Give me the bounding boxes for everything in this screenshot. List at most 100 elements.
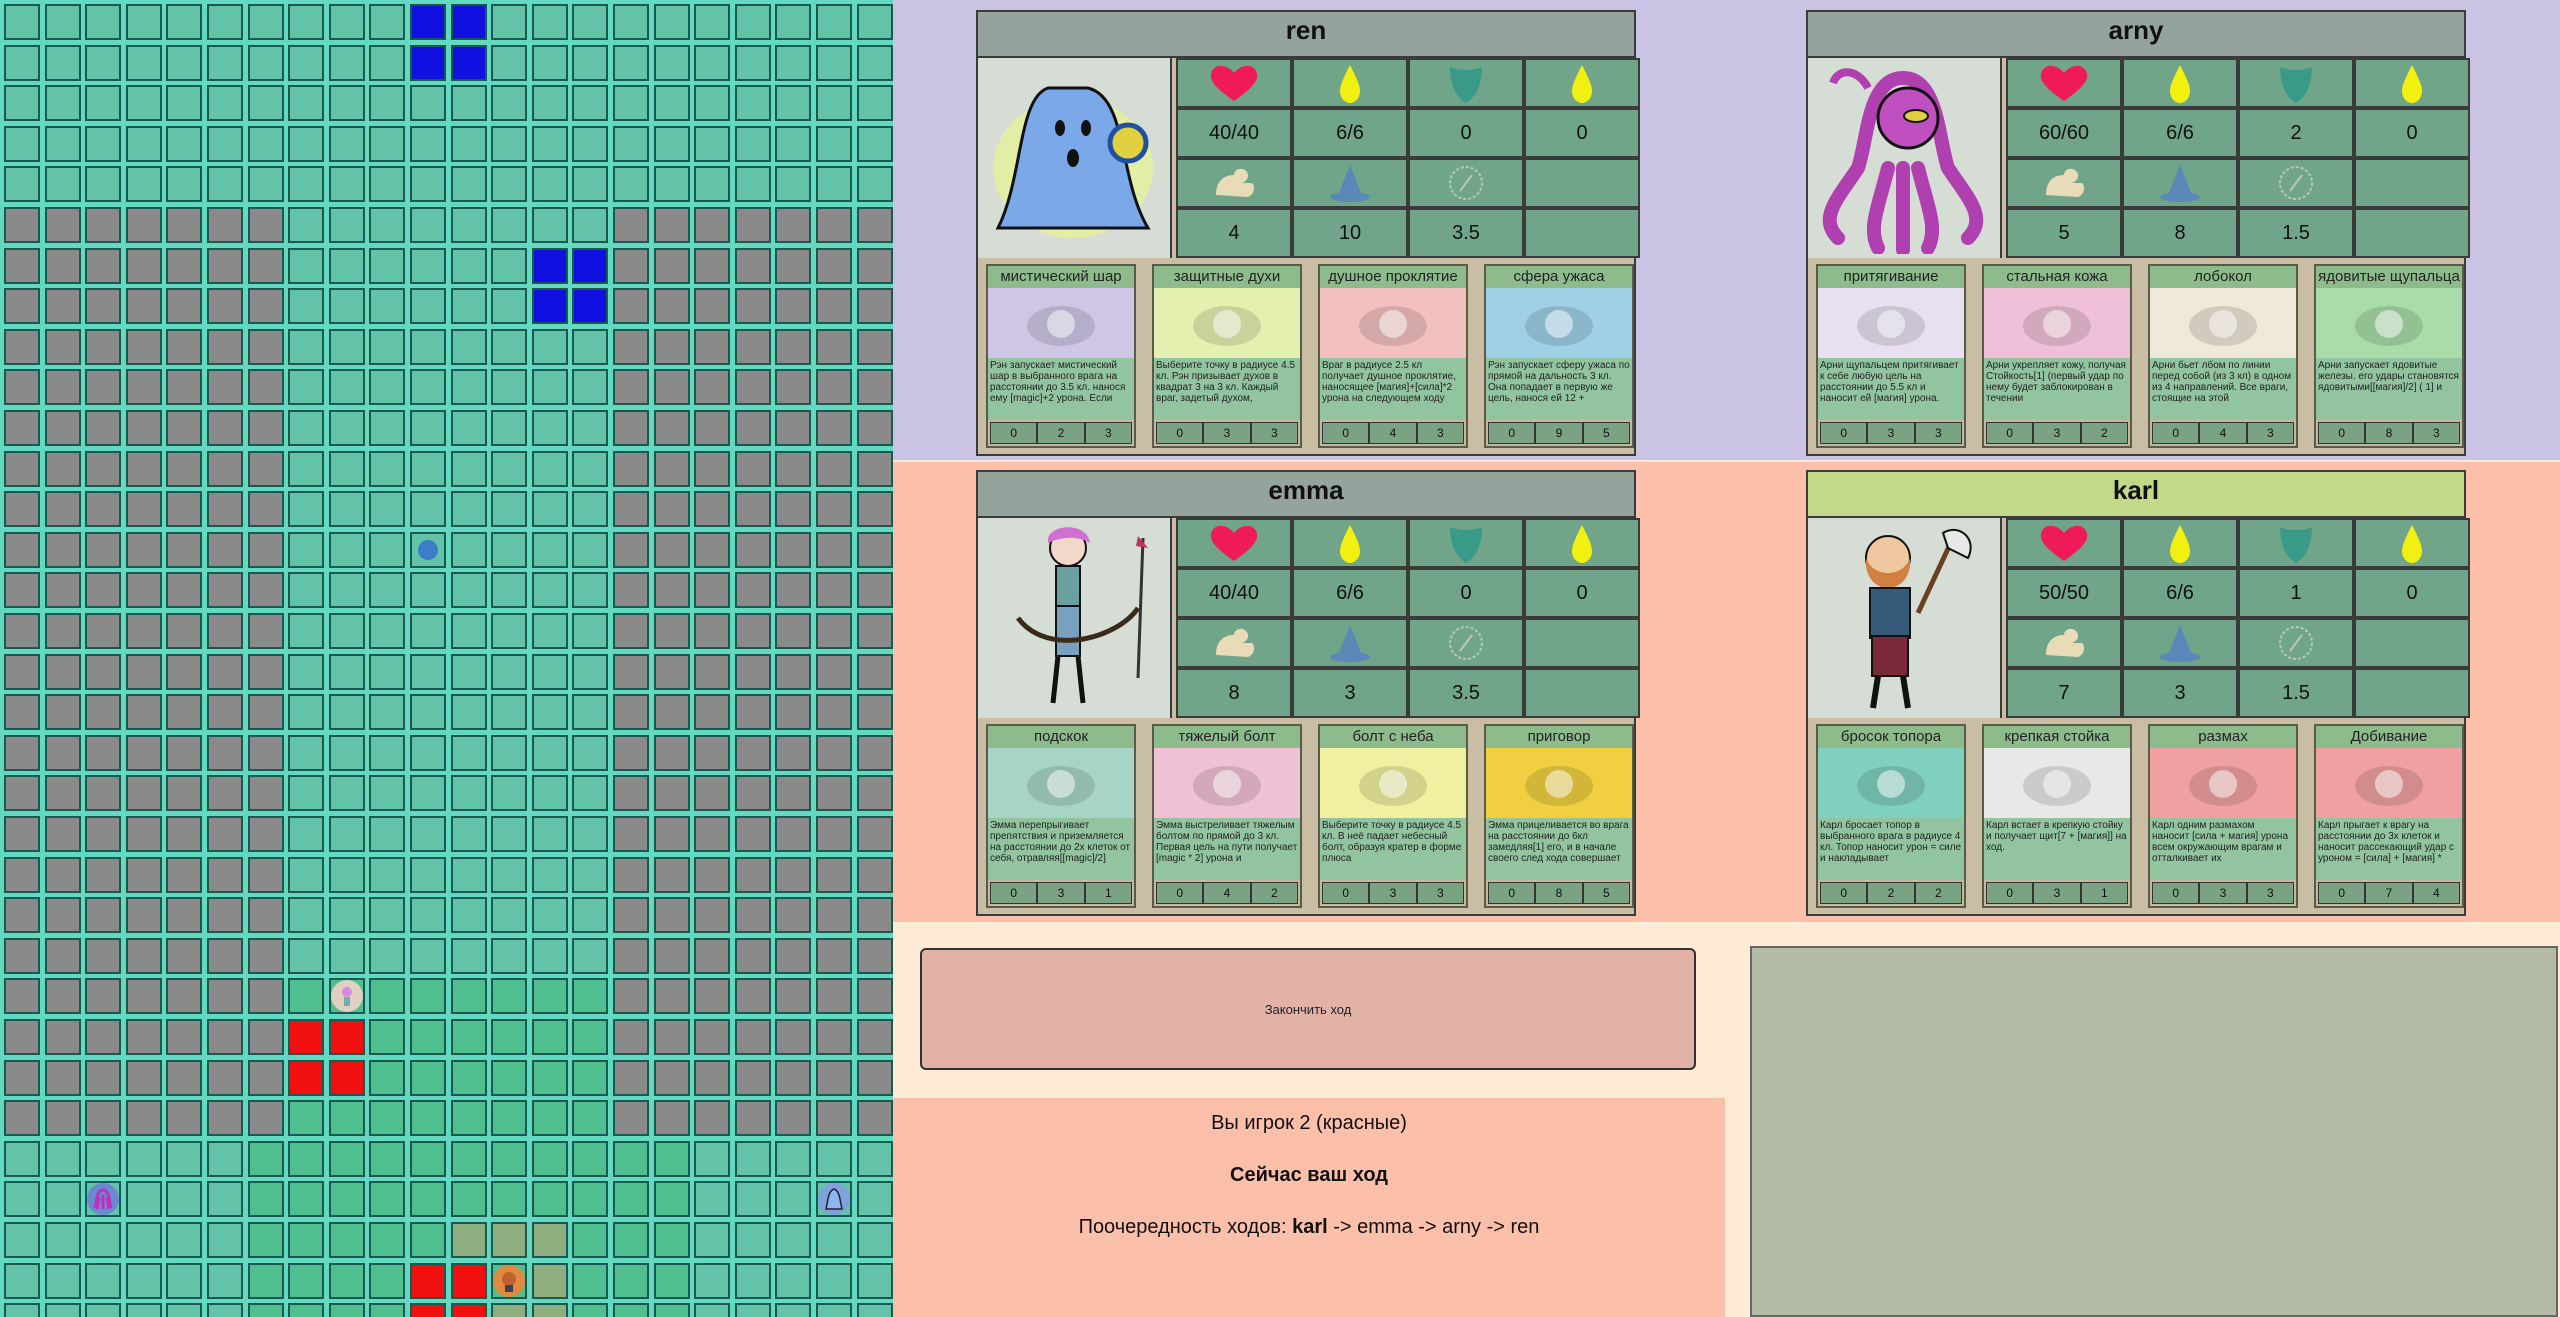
- board-cell[interactable]: [328, 897, 365, 934]
- board-cell[interactable]: [531, 613, 568, 649]
- board-cell[interactable]: [4, 450, 40, 487]
- board-cell[interactable]: [775, 978, 812, 1015]
- board-cell[interactable]: [856, 247, 893, 284]
- board-cell[interactable]: [207, 1222, 243, 1258]
- board-cell[interactable]: [531, 1222, 568, 1258]
- board-cell[interactable]: [369, 247, 406, 284]
- board-cell[interactable]: [328, 1100, 365, 1137]
- board-cell[interactable]: [410, 410, 446, 446]
- board-cell[interactable]: [734, 734, 771, 771]
- board-cell[interactable]: [85, 85, 122, 122]
- board-cell[interactable]: [450, 207, 487, 243]
- board-cell[interactable]: [4, 694, 40, 731]
- board-cell[interactable]: [734, 4, 771, 40]
- board-cell[interactable]: [572, 937, 609, 974]
- board-cell[interactable]: [44, 694, 81, 731]
- board-cell[interactable]: [816, 653, 852, 690]
- board-cell[interactable]: [653, 1262, 690, 1299]
- board-cell[interactable]: [247, 247, 284, 284]
- board-cell[interactable]: [450, 897, 487, 934]
- board-cell[interactable]: [125, 1019, 162, 1055]
- board-cell[interactable]: [328, 125, 365, 162]
- board-cell[interactable]: [613, 897, 649, 934]
- board-cell[interactable]: [613, 247, 649, 284]
- board-cell[interactable]: [207, 166, 243, 203]
- board-cell[interactable]: [328, 4, 365, 40]
- board-cell[interactable]: [816, 694, 852, 731]
- board-cell[interactable]: [328, 937, 365, 974]
- board-cell[interactable]: [856, 410, 893, 446]
- board-cell[interactable]: [288, 450, 325, 487]
- board-cell[interactable]: [734, 653, 771, 690]
- board-cell[interactable]: [328, 531, 365, 568]
- board-cell[interactable]: [572, 1140, 609, 1177]
- board-cell[interactable]: [491, 1303, 528, 1317]
- board-cell[interactable]: [44, 775, 81, 812]
- board-cell[interactable]: [369, 978, 406, 1015]
- board-cell[interactable]: [369, 4, 406, 40]
- board-cell[interactable]: [450, 1222, 487, 1258]
- board-cell[interactable]: [816, 491, 852, 528]
- emma-token[interactable]: [330, 980, 363, 1013]
- board-cell[interactable]: [734, 1303, 771, 1317]
- board-cell[interactable]: [247, 85, 284, 122]
- board-cell[interactable]: [450, 978, 487, 1015]
- board-cell[interactable]: [247, 410, 284, 446]
- board-cell[interactable]: [85, 816, 122, 852]
- board-cell[interactable]: [653, 1303, 690, 1317]
- board-cell[interactable]: [816, 531, 852, 568]
- board-cell[interactable]: [734, 1059, 771, 1096]
- board-cell[interactable]: [531, 978, 568, 1015]
- board-cell[interactable]: [856, 369, 893, 406]
- board-cell[interactable]: [328, 247, 365, 284]
- board-cell[interactable]: [410, 653, 446, 690]
- board-cell[interactable]: [166, 694, 203, 731]
- game-board[interactable]: [0, 0, 893, 1317]
- board-cell[interactable]: [653, 328, 690, 365]
- board-cell[interactable]: [125, 897, 162, 934]
- board-cell[interactable]: [4, 44, 40, 81]
- board-cell[interactable]: [328, 328, 365, 365]
- board-cell[interactable]: [613, 1181, 649, 1218]
- board-cell[interactable]: [410, 856, 446, 893]
- board-cell[interactable]: [653, 1059, 690, 1096]
- board-cell[interactable]: [572, 1303, 609, 1317]
- board-cell[interactable]: [816, 775, 852, 812]
- board-cell[interactable]: [44, 1303, 81, 1317]
- board-cell[interactable]: [247, 937, 284, 974]
- board-cell[interactable]: [531, 247, 568, 284]
- board-cell[interactable]: [4, 1262, 40, 1299]
- board-cell[interactable]: [734, 1222, 771, 1258]
- board-cell[interactable]: [572, 491, 609, 528]
- board-cell[interactable]: [247, 369, 284, 406]
- board-cell[interactable]: [288, 1140, 325, 1177]
- board-cell[interactable]: [572, 1100, 609, 1137]
- board-cell[interactable]: [856, 1222, 893, 1258]
- board-cell[interactable]: [125, 328, 162, 365]
- board-cell[interactable]: [531, 1181, 568, 1218]
- board-cell[interactable]: [816, 816, 852, 852]
- board-cell[interactable]: [450, 450, 487, 487]
- board-cell[interactable]: [450, 572, 487, 609]
- board-cell[interactable]: [247, 125, 284, 162]
- board-cell[interactable]: [613, 1100, 649, 1137]
- board-cell[interactable]: [288, 1262, 325, 1299]
- board-cell[interactable]: [491, 207, 528, 243]
- board-cell[interactable]: [531, 369, 568, 406]
- board-cell[interactable]: [816, 937, 852, 974]
- board-cell[interactable]: [450, 1262, 487, 1299]
- board-cell[interactable]: [288, 166, 325, 203]
- board-cell[interactable]: [856, 856, 893, 893]
- board-cell[interactable]: [247, 1140, 284, 1177]
- board-cell[interactable]: [734, 816, 771, 852]
- board-cell[interactable]: [775, 1019, 812, 1055]
- board-cell[interactable]: [653, 207, 690, 243]
- board-cell[interactable]: [85, 653, 122, 690]
- board-cell[interactable]: [450, 1303, 487, 1317]
- board-cell[interactable]: [410, 1100, 446, 1137]
- board-cell[interactable]: [247, 1100, 284, 1137]
- board-cell[interactable]: [44, 44, 81, 81]
- board-cell[interactable]: [410, 572, 446, 609]
- board-cell[interactable]: [856, 491, 893, 528]
- board-cell[interactable]: [4, 85, 40, 122]
